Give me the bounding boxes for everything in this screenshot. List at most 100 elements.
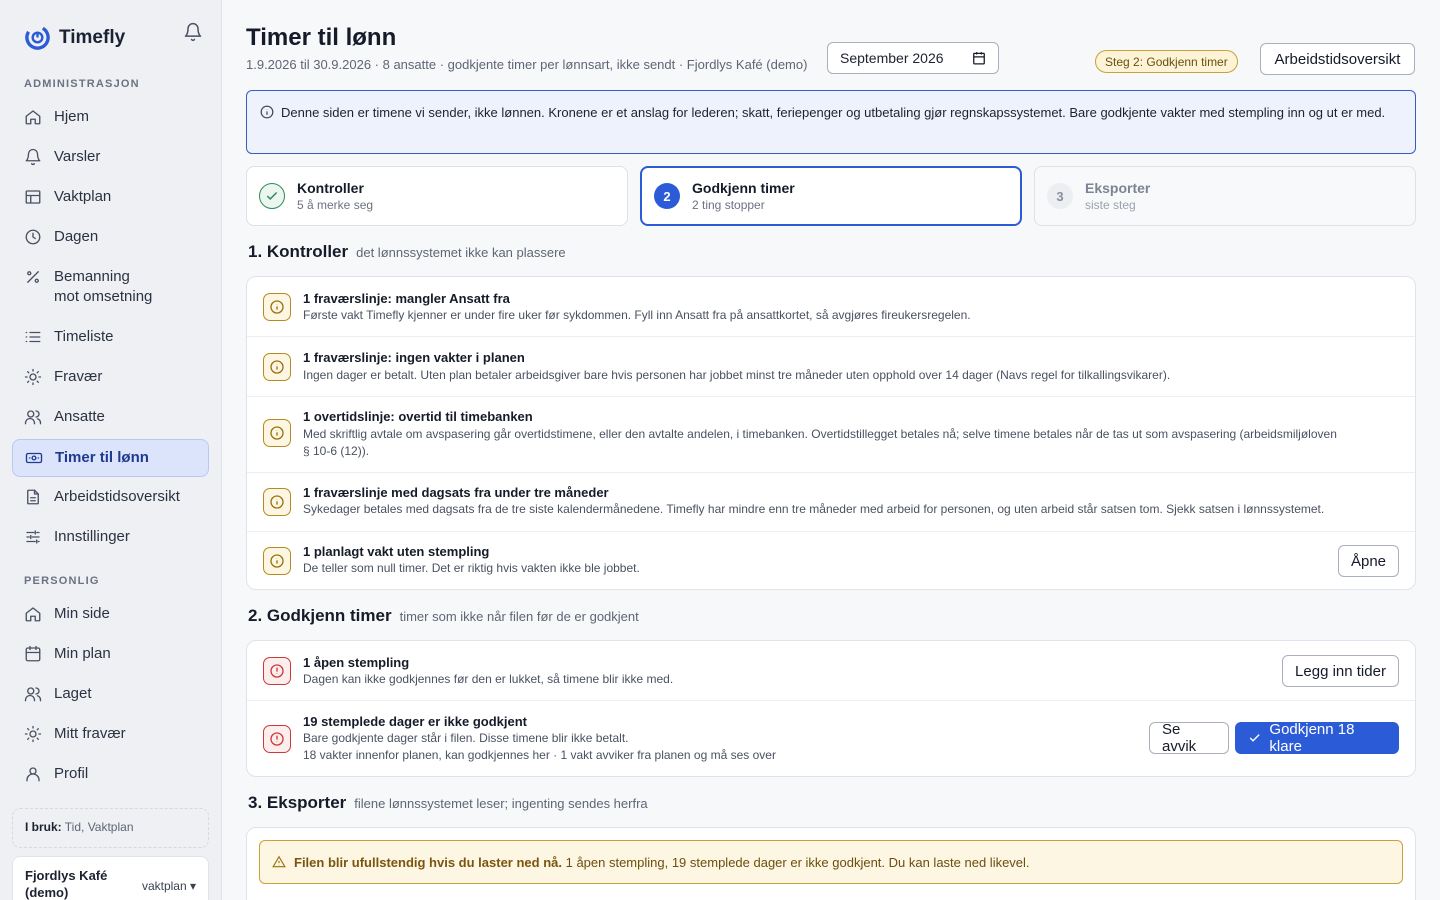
row-title: 1 åpen stempling [303,655,410,670]
month-value: September 2026 [840,50,944,66]
list-item: 1 planlagt vakt uten stempling De teller… [247,532,1415,591]
step-kontroller[interactable]: Kontroller 5 å merke seg [246,166,628,226]
add-times-button[interactable]: Legg inn tider [1282,655,1399,687]
in-use-label: I bruk: [25,820,62,834]
org-plan: vaktplan ▾ [141,879,196,893]
sidebar-item-hjem[interactable]: Hjem [12,99,209,135]
row-desc: De teller som null timer. Det er riktig … [303,561,640,575]
banknote-icon [25,452,43,464]
section-title: 3. Eksporter [248,793,347,812]
sun-icon [24,368,42,386]
section-kontroller-heading: 1. Kontroller det lønnssystemet ikke kan… [248,242,566,262]
info-icon [260,105,274,119]
sidebar-item-bemanning-mot-omsetning[interactable]: Bemanning mot omsetning [12,259,209,315]
sidebar-item-ansatte[interactable]: Ansatte [12,399,209,435]
open-button[interactable]: Åpne [1338,545,1399,577]
step-number: 3 [1047,183,1073,209]
overview-button[interactable]: Arbeidstidsoversikt [1260,43,1415,75]
section-title: 1. Kontroller [248,242,349,261]
step-godkjenn[interactable]: 2 Godkjenn timer 2 ting stopper [640,166,1022,226]
sidebar-item-dagen[interactable]: Dagen [12,219,209,255]
user-icon [26,767,40,782]
sidebar-item-innstillinger[interactable]: Innstillinger [12,519,209,555]
notifications-bell-icon[interactable] [183,22,203,42]
export-warning-banner: Filen blir ufullstendig hvis du laster n… [259,840,1403,884]
page-subtitle: 1.9.2026 til 30.9.2026 · 8 ansatte · god… [246,57,808,72]
error-alert-icon [263,657,291,685]
see-deviations-button[interactable]: Se avvik [1149,721,1229,755]
section-subtitle: timer som ikke når filen før de er godkj… [399,609,639,624]
sidebar-item-label: Arbeidstidsoversikt [54,488,180,505]
sidebar-item-label: Dagen [54,228,99,245]
bell-icon [25,148,41,166]
step-title: Eksporter [1085,179,1151,196]
org-name: Fjordlys Kafé (demo) [25,868,108,900]
app-name: Timefly [59,26,126,48]
sidebar-item-label: Min side [54,605,110,622]
step-title: Kontroller [297,179,364,196]
sidebar-item-label: Hjem [54,108,90,125]
sidebar-item-varsler[interactable]: Varsler [12,139,209,175]
section-subtitle: det lønnssystemet ikke kan plassere [356,245,566,260]
kontroller-list: 1 fraværslinje: mangler Ansatt fra Først… [246,276,1416,590]
in-use-info: I bruk: Tid, Vaktplan [12,808,209,848]
section-eksporter-heading: 3. Eksporter filene lønnssystemet leser;… [248,793,648,813]
step-desc: 2 ting stopper [692,197,765,212]
row-title: 1 fraværslinje: ingen vakter i planen [303,350,525,365]
row-title: 1 fraværslinje med dagsats fra under tre… [303,485,609,500]
approve-ready-button[interactable]: Godkjenn 18 klare [1235,721,1399,755]
list-icon [25,331,41,343]
sidebar-item-laget[interactable]: Laget [12,676,209,712]
warning-info-icon [263,488,291,516]
section-title: 2. Godkjenn timer [248,606,392,625]
row-title: 19 stemplede dager er ikke godkjent [303,714,527,729]
users-icon [24,410,42,425]
sidebar-item-fravær[interactable]: Fravær [12,359,209,395]
list-item: 1 fraværslinje med dagsats fra under tre… [247,473,1415,532]
sidebar-item-mitt-fravær[interactable]: Mitt fravær [12,716,209,752]
warning-info-icon [263,293,291,321]
info-banner: Denne siden er timene vi sender, ikke lø… [246,90,1416,154]
sidebar-item-label: Timeliste [54,328,114,345]
org-switcher[interactable]: Fjordlys Kafé (demo) vaktplan ▾ [12,856,209,900]
sidebar-item-profil[interactable]: Profil [12,756,209,792]
sliders-icon [26,530,40,544]
error-alert-icon [263,725,291,753]
sidebar-item-arbeidstidsoversikt[interactable]: Arbeidstidsoversikt [12,479,209,515]
home-icon [25,110,41,125]
list-item: 1 åpen stempling Dagen kan ikke godkjenn… [247,641,1415,701]
sidebar-item-vaktplan[interactable]: Vaktplan [12,179,209,215]
grid-icon [25,190,41,204]
document-icon [27,489,39,505]
brand[interactable]: Timefly [24,24,125,51]
export-warning-detail: 1 åpen stempling, 19 stemplede dager er … [561,854,1030,870]
row-desc: Ingen dager er betalt. Uten plan betaler… [303,368,1171,382]
sidebar-item-label: Laget [54,685,92,702]
sidebar-item-label: Innstillinger [54,528,130,545]
info-banner-text: Denne siden er timene vi sender, ikke lø… [281,105,1386,120]
check-icon [259,183,285,209]
sidebar-item-min-plan[interactable]: Min plan [12,636,209,672]
row-desc: Sykedager betales med dagsats fra de tre… [303,502,1325,516]
sidebar-item-timer-til-lønn[interactable]: Timer til lønn [12,439,209,477]
sidebar-item-label: Min plan [54,645,111,662]
step-eksporter[interactable]: 3 Eksporter siste steg [1034,166,1416,226]
month-picker[interactable]: September 2026 [827,42,999,74]
row-title: 1 overtidslinje: overtid til timebanken [303,409,533,424]
sidebar-item-label: Vaktplan [54,188,112,205]
sidebar-item-label: Profil [54,765,89,782]
approve-ready-label: Godkjenn 18 klare [1269,721,1355,755]
personal-section-heading: PERSONLIG [24,575,100,587]
godkjenn-list: 1 åpen stempling Dagen kan ikke godkjenn… [246,640,1416,777]
sidebar-item-label: Mitt fravær [54,725,126,742]
step-number: 2 [654,183,680,209]
list-item: 1 fraværslinje: mangler Ansatt fra Først… [247,277,1415,337]
home-icon [25,607,41,622]
percent-icon [27,271,39,283]
sidebar-item-min-side[interactable]: Min side [12,596,209,632]
list-item: 19 stemplede dager er ikke godkjent Bare… [247,701,1415,778]
section-subtitle: filene lønnssystemet leser; ingenting se… [354,796,648,811]
admin-section-heading: ADMINISTRASJON [24,78,140,90]
warning-triangle-icon [272,855,286,868]
sidebar-item-timeliste[interactable]: Timeliste [12,319,209,355]
